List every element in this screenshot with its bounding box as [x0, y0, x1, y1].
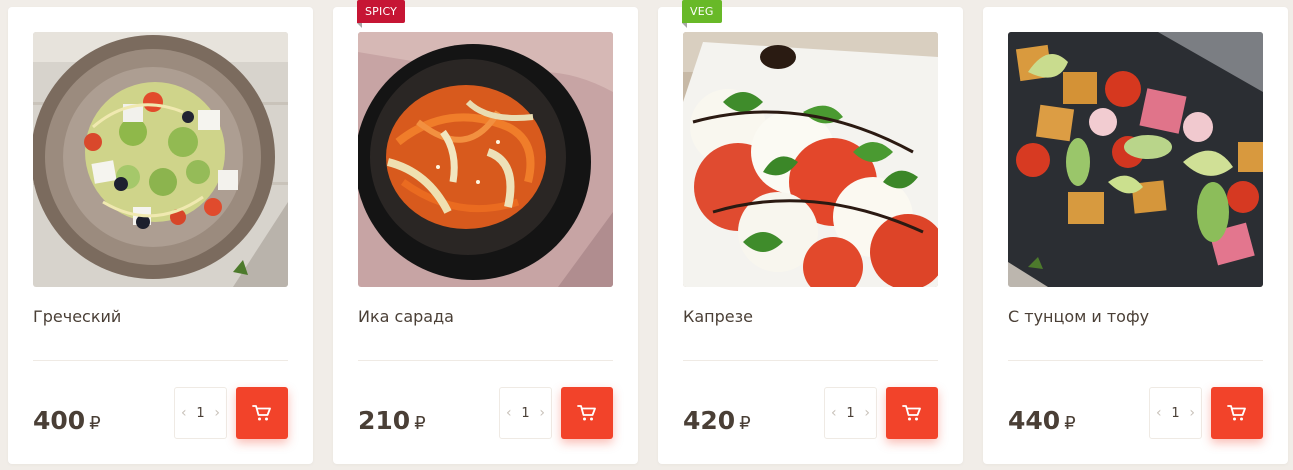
- cart-icon: [577, 405, 596, 421]
- cart-icon: [1227, 405, 1246, 421]
- product-price: 440 ₽: [1008, 406, 1076, 435]
- price-value: 440: [1008, 406, 1061, 435]
- quantity-stepper[interactable]: ‹ 1 ›: [1149, 387, 1202, 439]
- product-title[interactable]: Капрезе: [683, 307, 938, 326]
- chevron-left-icon[interactable]: ‹: [1156, 405, 1162, 421]
- add-to-cart-button[interactable]: [1211, 387, 1263, 439]
- currency-symbol: ₽: [1064, 413, 1076, 434]
- chevron-left-icon[interactable]: ‹: [181, 405, 187, 421]
- chevron-right-icon[interactable]: ›: [539, 405, 545, 421]
- price-value: 210: [358, 406, 411, 435]
- quantity-value[interactable]: 1: [846, 406, 854, 421]
- chevron-right-icon[interactable]: ›: [1189, 405, 1195, 421]
- product-card: Греческий 400 ₽ ‹ 1 ›: [8, 7, 313, 464]
- chevron-right-icon[interactable]: ›: [864, 405, 870, 421]
- quantity-stepper[interactable]: ‹ 1 ›: [499, 387, 552, 439]
- chevron-left-icon[interactable]: ‹: [831, 405, 837, 421]
- tuna-tofu-photo[interactable]: [1008, 32, 1263, 287]
- add-to-cart-button[interactable]: [886, 387, 938, 439]
- chevron-left-icon[interactable]: ‹: [506, 405, 512, 421]
- product-card: VEG Капрезе 420 ₽ ‹ 1 ›: [658, 0, 963, 464]
- product-card: SPICY Ика сарада 210 ₽ ‹ 1 ›: [333, 0, 638, 464]
- cart-icon: [252, 405, 271, 421]
- cart-icon: [902, 405, 921, 421]
- quantity-stepper[interactable]: ‹ 1 ›: [824, 387, 877, 439]
- product-title[interactable]: Ика сарада: [358, 307, 613, 326]
- product-price: 210 ₽: [358, 406, 426, 435]
- price-value: 420: [683, 406, 736, 435]
- add-to-cart-button[interactable]: [561, 387, 613, 439]
- caprese-photo[interactable]: [683, 32, 938, 287]
- price-value: 400: [33, 406, 86, 435]
- currency-symbol: ₽: [89, 413, 101, 434]
- currency-symbol: ₽: [414, 413, 426, 434]
- quantity-value[interactable]: 1: [196, 406, 204, 421]
- product-grid: Греческий 400 ₽ ‹ 1 › SPICY Ика сарада 2…: [0, 0, 1293, 470]
- squid-salad-photo[interactable]: [358, 32, 613, 287]
- chevron-right-icon[interactable]: ›: [214, 405, 220, 421]
- product-title[interactable]: Греческий: [33, 307, 288, 326]
- product-price: 400 ₽: [33, 406, 101, 435]
- greek-salad-photo[interactable]: [33, 32, 288, 287]
- add-to-cart-button[interactable]: [236, 387, 288, 439]
- quantity-value[interactable]: 1: [1171, 406, 1179, 421]
- veg-badge: VEG: [682, 0, 722, 28]
- currency-symbol: ₽: [739, 413, 751, 434]
- divider: [33, 360, 288, 361]
- product-card: С тунцом и тофу 440 ₽ ‹ 1 ›: [983, 7, 1288, 464]
- product-price: 420 ₽: [683, 406, 751, 435]
- spicy-badge: SPICY: [357, 0, 406, 28]
- quantity-stepper[interactable]: ‹ 1 ›: [174, 387, 227, 439]
- divider: [1008, 360, 1263, 361]
- divider: [358, 360, 613, 361]
- product-title[interactable]: С тунцом и тофу: [1008, 307, 1263, 326]
- quantity-value[interactable]: 1: [521, 406, 529, 421]
- divider: [683, 360, 938, 361]
